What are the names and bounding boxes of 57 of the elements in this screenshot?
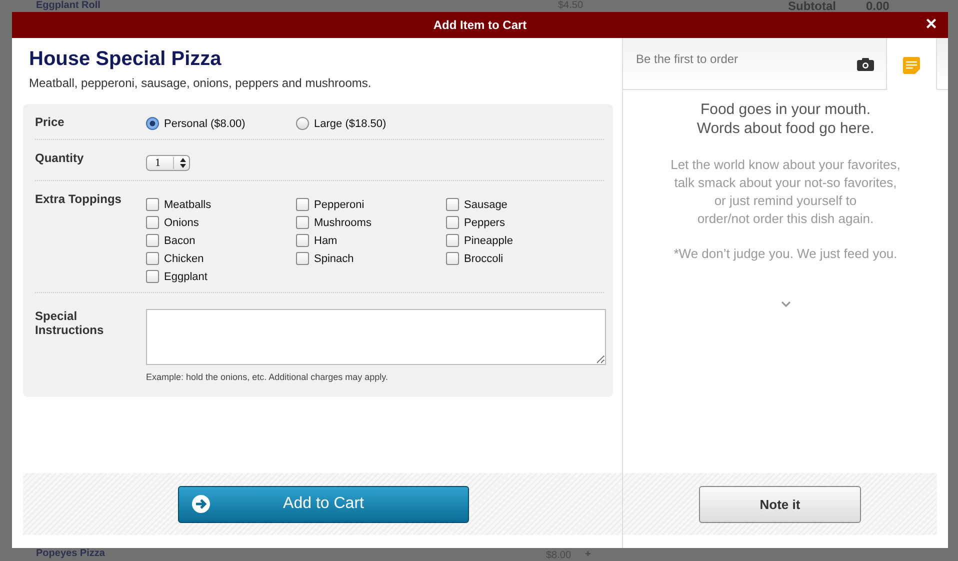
- checkbox[interactable]: [296, 198, 309, 211]
- checkbox[interactable]: [446, 198, 459, 211]
- checkbox[interactable]: [446, 252, 459, 265]
- checkbox-label[interactable]: Onions: [164, 216, 199, 228]
- checkbox[interactable]: [446, 216, 459, 229]
- price-label: Price: [35, 115, 66, 130]
- checkbox-label[interactable]: Bacon: [164, 234, 196, 246]
- arrow-right-icon: [191, 494, 211, 514]
- radio-button[interactable]: [146, 117, 159, 130]
- notes-headline: Food goes in your mouth. Words about food go here.: [696, 100, 874, 138]
- instructions-field[interactable]: [146, 309, 606, 365]
- stepper-arrows-icon: [179, 157, 187, 169]
- quantity-select[interactable]: 1: [146, 155, 190, 171]
- instructions-label: Special Instructions: [35, 309, 105, 339]
- item-description: Meatball, pepperoni, sausage, onions, peppers and mushrooms.: [29, 76, 372, 90]
- checkbox[interactable]: [146, 216, 159, 229]
- tab-bar-background: [937, 38, 948, 90]
- instructions-hint: Example: hold the onions, etc. Additional charges may apply.: [146, 372, 389, 382]
- subtotal-label: Subtotal: [788, 0, 836, 12]
- notes-text: Let the world know about your favorites, talk smack about your not-so favorites, or just remind yourself to order/not order this dish again.: [670, 156, 900, 228]
- add-to-cart-button[interactable]: Add to Cart: [178, 486, 469, 522]
- checkbox[interactable]: [446, 234, 459, 247]
- camera-icon: [857, 58, 874, 71]
- radio-label[interactable]: Personal ($8.00): [164, 118, 246, 130]
- menu-item-name: Eggplant Roll: [36, 0, 100, 12]
- close-button[interactable]: ✕: [925, 16, 938, 34]
- note-it-button[interactable]: Note it: [699, 486, 861, 522]
- checkbox-label[interactable]: Sausage: [464, 198, 508, 210]
- note-icon: [903, 57, 920, 74]
- checkbox-label[interactable]: Pepperoni: [314, 198, 364, 210]
- checkbox-label[interactable]: Mushrooms: [314, 216, 372, 228]
- checkbox-label[interactable]: Pineapple: [464, 234, 513, 246]
- checkbox-label[interactable]: Peppers: [464, 216, 505, 228]
- orders-tab[interactable]: Be the first to order: [623, 38, 887, 90]
- dialog-title: Add Item to Cart: [433, 18, 527, 32]
- checkbox-label[interactable]: Broccoli: [464, 252, 504, 264]
- checkbox[interactable]: [146, 198, 159, 211]
- checkbox-label[interactable]: Ham: [314, 234, 338, 246]
- radio-label[interactable]: Large ($18.50): [314, 118, 386, 130]
- checkbox[interactable]: [296, 216, 309, 229]
- checkbox[interactable]: [146, 234, 159, 247]
- quantity-label: Quantity: [35, 151, 85, 167]
- checkbox-label[interactable]: Spinach: [314, 252, 354, 264]
- subtotal-value: 0.00: [866, 0, 890, 12]
- checkbox-label[interactable]: Meatballs: [164, 198, 212, 210]
- chevron-down-icon[interactable]: [780, 301, 790, 308]
- checkbox-label[interactable]: Chicken: [164, 252, 204, 264]
- item-title: House Special Pizza: [29, 48, 222, 71]
- checkbox[interactable]: [296, 252, 309, 265]
- notes-footnote: *We don’t judge you. We just feed you.: [674, 245, 898, 263]
- checkbox-label[interactable]: Eggplant: [164, 270, 208, 282]
- checkbox[interactable]: [146, 252, 159, 265]
- menu-item-name: Popeyes Pizza: [36, 548, 105, 560]
- checkbox[interactable]: [146, 270, 159, 283]
- toppings-label: Extra Toppings: [35, 192, 122, 208]
- checkbox[interactable]: [296, 234, 309, 247]
- radio-button[interactable]: [296, 117, 309, 130]
